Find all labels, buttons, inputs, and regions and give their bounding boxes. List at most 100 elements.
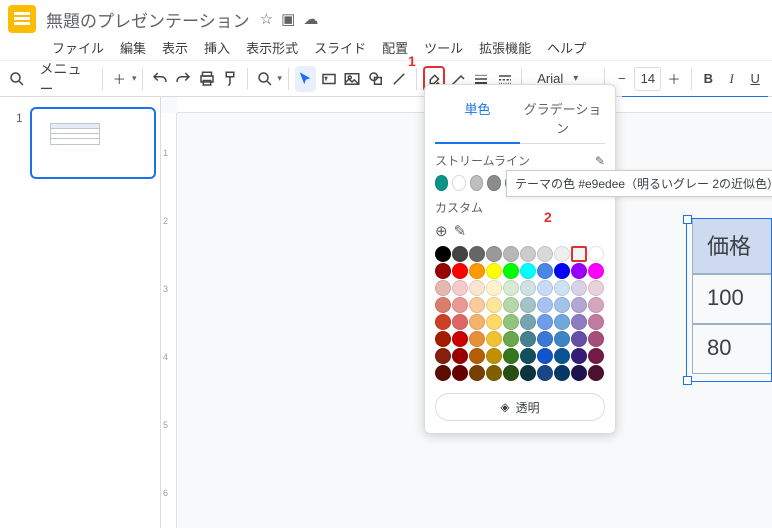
zoom-caret[interactable]: ▾ [277,73,282,84]
tab-gradient[interactable]: グラデーション [520,93,605,144]
theme-color-swatch-3[interactable] [487,175,500,191]
color-swatch-3[interactable] [486,246,502,262]
paint-format-button[interactable] [220,66,241,92]
color-swatch-43[interactable] [486,314,502,330]
undo-button[interactable] [149,66,170,92]
tab-solid-color[interactable]: 単色 [435,93,520,144]
font-size-increase[interactable]: ＋ [663,66,684,92]
zoom-button[interactable] [254,66,275,92]
color-swatch-41[interactable] [452,314,468,330]
color-swatch-2[interactable] [469,246,485,262]
color-swatch-42[interactable] [469,314,485,330]
menu-format[interactable]: 表示形式 [240,36,304,54]
color-swatch-60[interactable] [435,348,451,364]
image-tool[interactable] [342,66,363,92]
theme-color-swatch-1[interactable] [452,175,465,191]
color-swatch-15[interactable] [520,263,536,279]
color-swatch-1[interactable] [452,246,468,262]
color-swatch-10[interactable] [435,263,451,279]
color-swatch-12[interactable] [469,263,485,279]
color-swatch-54[interactable] [503,331,519,347]
color-swatch-44[interactable] [503,314,519,330]
search-icon[interactable] [6,66,27,92]
color-swatch-8[interactable] [571,246,587,262]
color-swatch-62[interactable] [469,348,485,364]
color-swatch-17[interactable] [554,263,570,279]
color-swatch-18[interactable] [571,263,587,279]
color-swatch-22[interactable] [469,280,485,296]
color-swatch-55[interactable] [520,331,536,347]
color-swatch-16[interactable] [537,263,553,279]
color-swatch-0[interactable] [435,246,451,262]
color-swatch-51[interactable] [452,331,468,347]
redo-button[interactable] [173,66,194,92]
color-swatch-27[interactable] [554,280,570,296]
cloud-status-icon[interactable]: ☁ [303,10,318,28]
print-button[interactable] [196,66,217,92]
color-swatch-75[interactable] [520,365,536,381]
star-icon[interactable]: ☆ [260,10,273,28]
color-swatch-79[interactable] [588,365,604,381]
theme-color-swatch-2[interactable] [470,175,483,191]
italic-button[interactable]: I [721,66,742,92]
color-swatch-32[interactable] [469,297,485,313]
color-swatch-77[interactable] [554,365,570,381]
color-swatch-24[interactable] [503,280,519,296]
document-title[interactable]: 無題のプレゼンテーション [46,7,250,32]
add-custom-color-icon[interactable]: ⊕ [435,222,448,240]
color-swatch-67[interactable] [554,348,570,364]
color-swatch-23[interactable] [486,280,502,296]
color-swatch-19[interactable] [588,263,604,279]
color-swatch-57[interactable] [554,331,570,347]
table-cell-r2[interactable]: 80 [692,324,772,374]
color-swatch-65[interactable] [520,348,536,364]
menu-edit[interactable]: 編集 [114,36,152,54]
menu-file[interactable]: ファイル [46,36,110,54]
color-swatch-63[interactable] [486,348,502,364]
menu-view[interactable]: 表示 [156,36,194,54]
new-slide-caret[interactable]: ▾ [132,73,137,84]
color-swatch-35[interactable] [520,297,536,313]
textbox-tool[interactable] [318,66,339,92]
menu-slide[interactable]: スライド [308,36,372,54]
menu-help[interactable]: ヘルプ [541,36,592,54]
color-swatch-61[interactable] [452,348,468,364]
toolbar-hide-menus[interactable]: メニュー [29,66,95,92]
color-swatch-20[interactable] [435,280,451,296]
color-swatch-48[interactable] [571,314,587,330]
color-swatch-74[interactable] [503,365,519,381]
color-swatch-56[interactable] [537,331,553,347]
color-swatch-59[interactable] [588,331,604,347]
edit-theme-colors-icon[interactable]: ✎ [595,154,605,168]
color-swatch-53[interactable] [486,331,502,347]
slide-thumbnail-1[interactable]: 1 [30,107,156,179]
color-swatch-5[interactable] [520,246,536,262]
color-swatch-78[interactable] [571,365,587,381]
color-swatch-66[interactable] [537,348,553,364]
color-swatch-46[interactable] [537,314,553,330]
color-swatch-37[interactable] [554,297,570,313]
color-swatch-30[interactable] [435,297,451,313]
app-icon-slides[interactable] [8,5,36,33]
move-folder-icon[interactable]: ▣ [281,10,295,28]
color-swatch-34[interactable] [503,297,519,313]
select-tool[interactable] [295,66,316,92]
color-swatch-52[interactable] [469,331,485,347]
color-swatch-40[interactable] [435,314,451,330]
color-swatch-36[interactable] [537,297,553,313]
color-swatch-68[interactable] [571,348,587,364]
color-swatch-7[interactable] [554,246,570,262]
table-on-slide[interactable]: 価格 100 80 [692,218,772,374]
menu-extensions[interactable]: 拡張機能 [473,36,537,54]
color-swatch-76[interactable] [537,365,553,381]
color-swatch-25[interactable] [520,280,536,296]
color-swatch-39[interactable] [588,297,604,313]
color-swatch-4[interactable] [503,246,519,262]
color-swatch-6[interactable] [537,246,553,262]
color-swatch-50[interactable] [435,331,451,347]
color-swatch-38[interactable] [571,297,587,313]
color-swatch-70[interactable] [435,365,451,381]
color-swatch-13[interactable] [486,263,502,279]
table-header-cell[interactable]: 価格 [692,218,772,274]
color-swatch-26[interactable] [537,280,553,296]
